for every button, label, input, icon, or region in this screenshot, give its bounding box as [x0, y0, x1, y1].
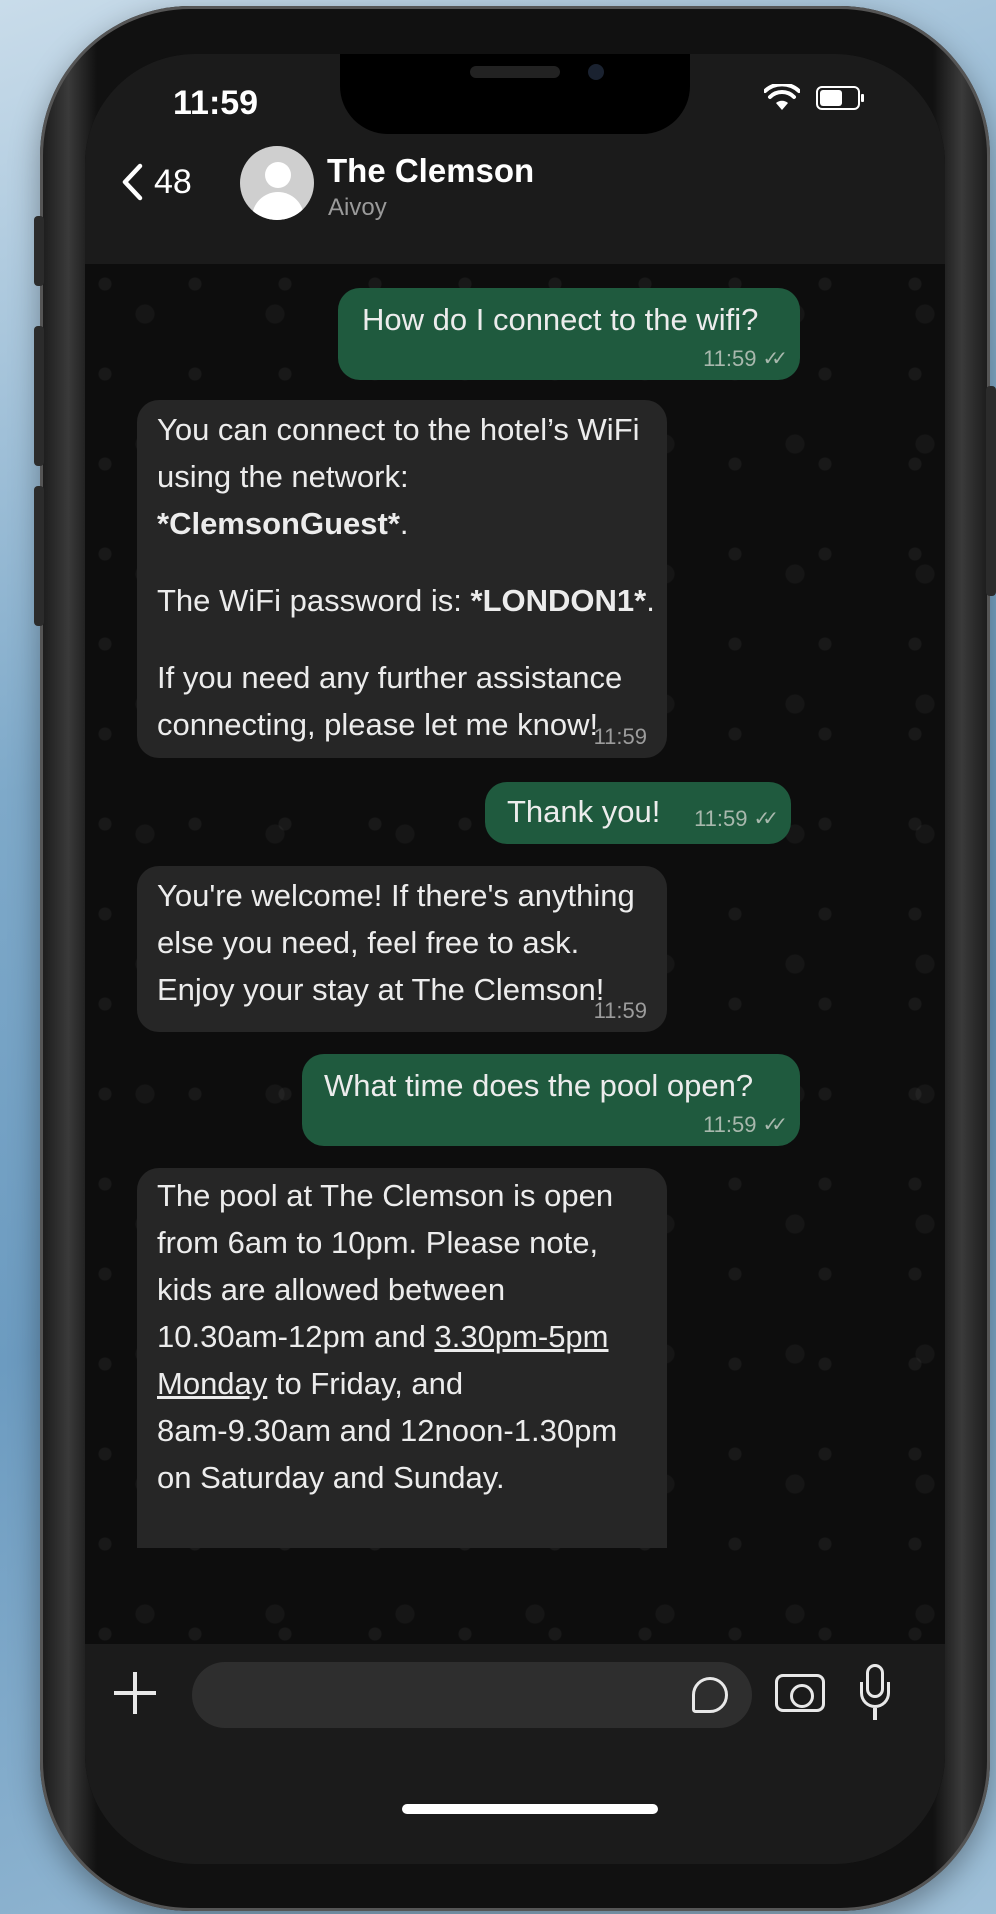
message-meta: 11:59 ✓✓	[703, 346, 788, 372]
time-link[interactable]: 3.30pm-5pm	[434, 1319, 608, 1354]
message-line: Monday to Friday, and	[157, 1366, 464, 1401]
input-bar	[85, 1644, 945, 1864]
message-line: using the network:	[157, 459, 409, 494]
message-line: You can connect to the hotel’s WiFi	[157, 412, 640, 447]
notch	[340, 54, 690, 134]
double-check-icon: ✓✓	[753, 808, 778, 830]
message-time: 11:59	[593, 724, 647, 749]
message-line: The WiFi password is: *LONDON1*.	[157, 583, 655, 618]
message-input[interactable]	[192, 1662, 752, 1728]
message-text: Thank you!	[507, 794, 661, 829]
message-meta: 11:59	[594, 724, 647, 750]
home-indicator[interactable]	[402, 1804, 658, 1814]
message-outgoing[interactable]: How do I connect to the wifi? 11:59 ✓✓	[338, 288, 800, 380]
message-meta: 11:59 ✓✓	[703, 1112, 788, 1138]
message-line: *ClemsonGuest*.	[157, 506, 409, 541]
chevron-left-icon	[122, 163, 143, 201]
message-line: else you need, feel free to ask.	[157, 925, 580, 960]
message-time: 11:59	[593, 998, 647, 1023]
message-incoming[interactable]: You're welcome! If there's anything else…	[137, 866, 667, 1032]
wifi-icon	[764, 84, 800, 110]
message-text: How do I connect to the wifi?	[362, 302, 759, 337]
phone-screen: 11:59 48 The Clemson Aivoy How do I conn…	[85, 54, 945, 1864]
network-name: *ClemsonGuest*	[157, 506, 400, 541]
volume-down-button	[34, 486, 44, 626]
message-incoming[interactable]: The pool at The Clemson is open from 6am…	[137, 1168, 667, 1548]
message-incoming[interactable]: You can connect to the hotel’s WiFi usin…	[137, 400, 667, 758]
double-check-icon: ✓✓	[762, 1114, 787, 1136]
message-line: You're welcome! If there's anything	[157, 878, 635, 913]
microphone-icon[interactable]	[860, 1664, 890, 1726]
day-link[interactable]: Monday	[157, 1366, 267, 1401]
message-line: 8am-9.30am and 12noon-1.30pm	[157, 1413, 618, 1448]
wifi-password: *LONDON1*	[470, 583, 647, 618]
message-line: on Saturday and Sunday.	[157, 1460, 505, 1495]
message-line: If you need any further assistance	[157, 660, 623, 695]
mute-switch	[34, 216, 44, 286]
contact-subtitle: Aivoy	[328, 194, 387, 221]
power-button	[986, 386, 996, 596]
unread-count: 48	[154, 162, 192, 201]
volume-up-button	[34, 326, 44, 466]
message-line: The pool at The Clemson is open	[157, 1178, 614, 1213]
message-line: 10.30am-12pm and 3.30pm-5pm	[157, 1319, 609, 1354]
message-time: 11:59	[703, 346, 757, 371]
message-text: What time does the pool open?	[324, 1068, 754, 1103]
message-outgoing[interactable]: What time does the pool open? 11:59 ✓✓	[302, 1054, 800, 1146]
sticker-icon[interactable]	[692, 1677, 728, 1713]
message-meta: 11:59 ✓✓	[694, 806, 779, 832]
message-time: 11:59	[703, 1112, 757, 1137]
message-meta: 11:59	[594, 998, 647, 1024]
message-line: from 6am to 10pm. Please note,	[157, 1225, 599, 1260]
chat-header: 11:59 48 The Clemson Aivoy	[85, 54, 945, 264]
message-time: 11:59	[694, 806, 748, 831]
battery-icon	[816, 86, 864, 110]
message-line: Enjoy your stay at The Clemson!	[157, 972, 605, 1007]
phone-frame: 11:59 48 The Clemson Aivoy How do I conn…	[34, 6, 996, 1911]
attach-plus-icon[interactable]	[110, 1668, 160, 1718]
message-outgoing[interactable]: Thank you! 11:59 ✓✓	[485, 782, 791, 844]
double-check-icon: ✓✓	[762, 348, 787, 370]
message-line: kids are allowed between	[157, 1272, 506, 1307]
contact-name[interactable]: The Clemson	[327, 152, 534, 190]
avatar[interactable]	[240, 146, 314, 220]
back-button[interactable]: 48	[120, 162, 192, 202]
camera-icon[interactable]	[775, 1674, 825, 1712]
status-icons	[764, 84, 864, 112]
message-line: connecting, please let me know!	[157, 707, 599, 742]
status-time: 11:59	[173, 84, 259, 122]
